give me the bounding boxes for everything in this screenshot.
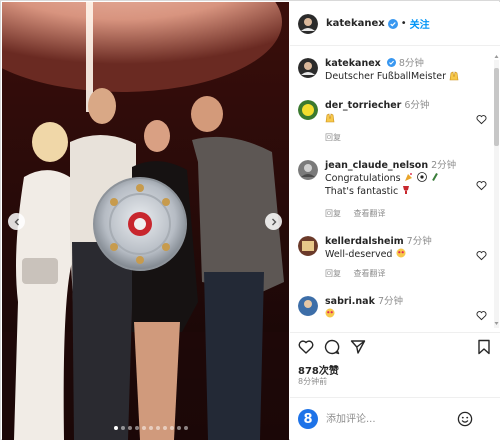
raised-hands-emoji-icon bbox=[449, 71, 459, 81]
post-photo bbox=[2, 2, 289, 440]
scroll-down-arrow-icon[interactable] bbox=[494, 321, 499, 326]
comment-author[interactable]: jean_claude_nelson bbox=[325, 160, 428, 171]
chevron-right-icon bbox=[271, 218, 276, 225]
trophy-emoji-icon bbox=[403, 186, 410, 194]
see-translation-button[interactable]: 查看翻译 bbox=[354, 209, 386, 218]
comment-time: 7分钟 bbox=[406, 236, 432, 247]
comment-text: Congratulations bbox=[325, 173, 401, 184]
soccer-ball-emoji-icon bbox=[416, 172, 427, 182]
comment-text-block: kellerdalsheim 7分钟 Well-deserved bbox=[325, 236, 465, 261]
pagination-dot bbox=[184, 426, 188, 430]
comment-input[interactable] bbox=[326, 411, 446, 427]
chevron-left-icon bbox=[14, 218, 19, 225]
caption-time: 8分钟 bbox=[398, 58, 424, 69]
heart-eyes-emoji-icon bbox=[325, 308, 335, 318]
comment-meta: 回复 查看翻译 bbox=[325, 268, 396, 279]
likes-count[interactable]: 878次赞 bbox=[298, 362, 339, 377]
comment-row: kellerdalsheim 7分钟 Well-deserved 回复 查看翻译 bbox=[298, 236, 490, 279]
comments-scrollbar[interactable] bbox=[494, 60, 499, 328]
post-actions-bar bbox=[290, 332, 500, 362]
avatar[interactable] bbox=[298, 296, 318, 316]
photo-pagination-dots bbox=[114, 426, 188, 430]
previous-photo-button[interactable] bbox=[8, 213, 25, 230]
comment-text-continued: That's fantastic bbox=[325, 186, 399, 197]
comment-meta: 回复 查看翻译 bbox=[325, 208, 396, 219]
comment-text: Well-deserved bbox=[325, 249, 393, 260]
emoji-picker-button[interactable]: 8 bbox=[298, 409, 318, 429]
comment-text-block: der_torriecher 6分钟 bbox=[325, 100, 465, 125]
comment-author[interactable]: sabri.nak bbox=[325, 296, 375, 307]
verified-badge-icon bbox=[386, 58, 396, 67]
heart-eyes-emoji-icon bbox=[396, 248, 405, 258]
caption-author[interactable]: katekanex bbox=[325, 58, 381, 69]
pagination-dot bbox=[121, 426, 125, 430]
reply-button[interactable]: 回复 bbox=[325, 269, 341, 278]
pagination-dot bbox=[142, 426, 146, 430]
comment-row: sabri.nak 7分钟 bbox=[298, 296, 490, 330]
post-sidebar: katekanex • 关注 katekanex 8分钟 Deutscher F… bbox=[290, 2, 500, 440]
pagination-dot bbox=[170, 426, 174, 430]
champagne-emoji-icon bbox=[431, 173, 438, 181]
comment-row: jean_claude_nelson 2分钟 Congratulations T… bbox=[298, 160, 490, 220]
see-translation-button[interactable]: 查看翻译 bbox=[354, 269, 386, 278]
scroll-up-arrow-icon[interactable] bbox=[494, 54, 499, 59]
party-popper-emoji-icon bbox=[404, 173, 412, 181]
verified-badge-icon bbox=[387, 18, 398, 29]
smiley-icon[interactable] bbox=[457, 411, 473, 427]
avatar[interactable] bbox=[298, 13, 318, 34]
comment-like-heart-icon[interactable] bbox=[476, 114, 487, 125]
reply-button[interactable]: 回复 bbox=[325, 209, 341, 218]
comment-meta: 回复 bbox=[325, 132, 351, 143]
comment-author[interactable]: kellerdalsheim bbox=[325, 236, 404, 247]
comment-icon[interactable] bbox=[324, 339, 340, 355]
scrollbar-thumb[interactable] bbox=[494, 68, 499, 146]
add-comment-bar: 8 bbox=[290, 397, 500, 440]
avatar[interactable] bbox=[298, 58, 318, 78]
comment-row: der_torriecher 6分钟 回复 bbox=[298, 100, 490, 143]
post-header: katekanex • 关注 bbox=[290, 2, 500, 46]
avatar[interactable] bbox=[298, 160, 318, 180]
pagination-dot bbox=[135, 426, 139, 430]
pagination-dot bbox=[114, 426, 118, 430]
pagination-dot bbox=[163, 426, 167, 430]
pagination-dot bbox=[149, 426, 153, 430]
comment-time: 6分钟 bbox=[404, 100, 430, 111]
caption-text-block: katekanex 8分钟 Deutscher FußballMeister bbox=[325, 58, 465, 83]
photo-image bbox=[2, 2, 289, 440]
comment-time: 2分钟 bbox=[431, 160, 457, 171]
pagination-dot bbox=[177, 426, 181, 430]
pagination-dot bbox=[128, 426, 132, 430]
share-icon[interactable] bbox=[350, 339, 366, 355]
avatar[interactable] bbox=[298, 100, 318, 120]
comment-text-block: sabri.nak 7分钟 bbox=[325, 296, 465, 321]
heart-icon[interactable] bbox=[298, 339, 314, 355]
next-photo-button[interactable] bbox=[265, 213, 282, 230]
post-window: katekanex • 关注 katekanex 8分钟 Deutscher F… bbox=[0, 0, 500, 440]
comments-list: katekanex 8分钟 Deutscher FußballMeister d… bbox=[290, 48, 494, 330]
comment-author[interactable]: der_torriecher bbox=[325, 100, 401, 111]
comment-like-heart-icon[interactable] bbox=[476, 180, 487, 191]
separator-dot: • bbox=[400, 18, 407, 29]
post-timestamp: 8分钟前 bbox=[298, 377, 328, 386]
comment-like-heart-icon[interactable] bbox=[476, 250, 487, 261]
bookmark-icon[interactable] bbox=[476, 339, 492, 355]
caption-text: Deutscher FußballMeister bbox=[325, 71, 447, 82]
comment-text-block: jean_claude_nelson 2分钟 Congratulations T… bbox=[325, 160, 465, 198]
comment-like-heart-icon[interactable] bbox=[476, 310, 487, 321]
post-author-name[interactable]: katekanex bbox=[326, 18, 385, 29]
raised-hands-emoji-icon bbox=[325, 113, 335, 123]
reply-button[interactable]: 回复 bbox=[325, 133, 341, 142]
follow-button[interactable]: 关注 bbox=[410, 16, 430, 31]
pagination-dot bbox=[156, 426, 160, 430]
avatar[interactable] bbox=[298, 236, 318, 256]
comment-time: 7分钟 bbox=[377, 296, 403, 307]
caption-row: katekanex 8分钟 Deutscher FußballMeister bbox=[298, 58, 490, 88]
